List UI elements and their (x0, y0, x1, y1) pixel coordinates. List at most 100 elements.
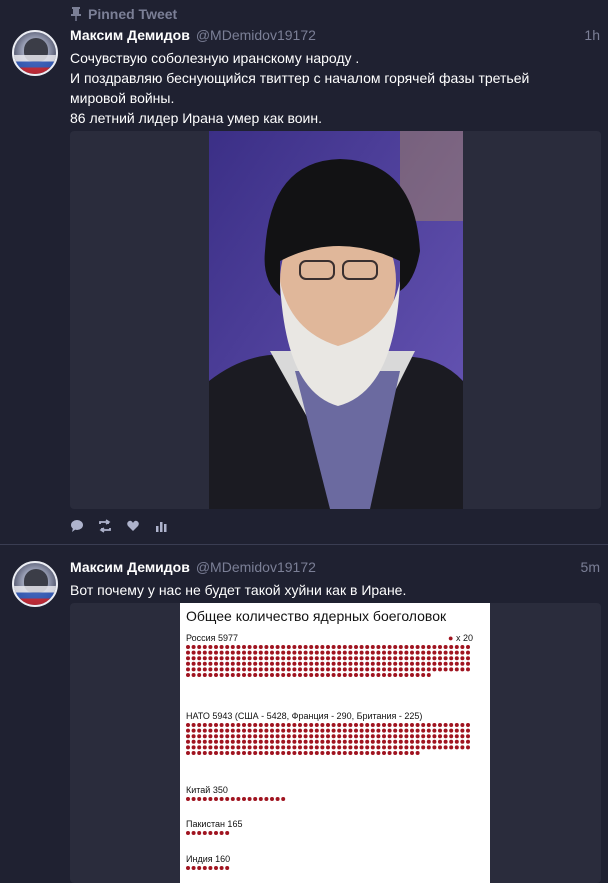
warhead-dot (432, 745, 437, 750)
warhead-dot (219, 751, 224, 755)
like-button[interactable] (126, 519, 154, 533)
warhead-dot (191, 745, 196, 750)
warhead-dot (460, 728, 465, 733)
stats-button[interactable] (154, 519, 182, 533)
display-name[interactable]: Максим Демидов (70, 559, 190, 575)
warhead-dot (337, 723, 342, 727)
author-name[interactable]: Максим Демидов @MDemidov19172 (70, 27, 316, 43)
warhead-dot (443, 734, 448, 739)
warhead-dot (365, 739, 370, 744)
warhead-dot (275, 667, 280, 672)
author-name[interactable]: Максим Демидов @MDemidov19172 (70, 559, 316, 575)
warhead-dot (225, 661, 230, 666)
like-icon (127, 520, 139, 531)
warhead-dot (376, 673, 381, 677)
warhead-dot (382, 661, 386, 666)
warhead-dot (208, 667, 213, 672)
warhead-dot (214, 797, 218, 801)
warhead-dot (370, 656, 375, 661)
warhead-dot (197, 734, 202, 739)
warhead-dot (253, 673, 258, 677)
tweet-media-infographic[interactable]: Общее количество ядерных боеголовок ● x … (70, 603, 601, 883)
warhead-dot (247, 723, 252, 727)
warhead-dot (214, 751, 218, 755)
warhead-dot (298, 650, 302, 655)
warhead-dot (219, 667, 224, 672)
warhead-dot (303, 739, 308, 744)
tweet-time[interactable]: 5m (581, 559, 600, 575)
warhead-dot (253, 745, 258, 750)
warhead-dot (398, 645, 403, 649)
warhead-dot (387, 667, 392, 672)
warhead-dot (292, 650, 297, 655)
warhead-dot (393, 667, 398, 672)
warhead-dot (202, 745, 207, 750)
warhead-dot (466, 734, 470, 739)
retweet-button[interactable] (98, 519, 126, 533)
warhead-dot (370, 723, 375, 727)
reply-button[interactable] (70, 519, 98, 533)
warhead-dot (314, 739, 319, 744)
warhead-dot (208, 797, 213, 801)
warhead-dot (404, 739, 409, 744)
tweet-time[interactable]: 1h (584, 27, 600, 43)
warhead-dot (191, 751, 196, 755)
warhead-dot (253, 656, 258, 661)
warhead-dot (242, 645, 246, 649)
warhead-dot (247, 661, 252, 666)
warhead-dot (454, 723, 459, 727)
warhead-dot (370, 673, 375, 677)
warhead-dot (387, 734, 392, 739)
warhead-dot (449, 645, 454, 649)
warhead-dot (449, 656, 454, 661)
warhead-dot (275, 745, 280, 750)
warhead-dot (264, 751, 269, 755)
warhead-dot (314, 673, 319, 677)
warhead-dot (314, 723, 319, 727)
warhead-dot (460, 745, 465, 750)
warhead-dot (292, 661, 297, 666)
warhead-dot (421, 650, 426, 655)
author-handle[interactable]: @MDemidov19172 (196, 559, 316, 575)
warhead-dot (281, 673, 286, 677)
avatar[interactable] (12, 561, 58, 607)
warhead-dot (314, 667, 319, 672)
warhead-dot (202, 667, 207, 672)
author-handle[interactable]: @MDemidov19172 (196, 27, 316, 43)
warhead-dot (404, 661, 409, 666)
tweet-1[interactable]: Pinned Tweet Максим Демидов @MDemidov1917… (0, 0, 608, 545)
warhead-dot (230, 667, 235, 672)
warhead-dot (331, 667, 336, 672)
warhead-dot (236, 734, 241, 739)
warhead-dot (348, 734, 353, 739)
warhead-dot (264, 673, 269, 677)
warhead-dot (186, 728, 190, 733)
tweet-2[interactable]: Максим Демидов @MDemidov19172 5m Вот поче… (0, 545, 608, 883)
warhead-dot (337, 739, 342, 744)
warhead-dot (275, 797, 280, 801)
warhead-dot (253, 667, 258, 672)
display-name[interactable]: Максим Демидов (70, 27, 190, 43)
warhead-dot (460, 656, 465, 661)
stats-icon (156, 522, 167, 532)
warhead-dot (460, 667, 465, 672)
warhead-dot (242, 739, 246, 744)
warhead-dot (348, 667, 353, 672)
warhead-dot (264, 661, 269, 666)
warhead-dot (303, 656, 308, 661)
warhead-dot (342, 734, 347, 739)
warhead-dot (342, 739, 347, 744)
warhead-dot (398, 739, 403, 744)
warhead-dot (258, 739, 263, 744)
avatar[interactable] (12, 30, 58, 76)
warhead-dot (202, 656, 207, 661)
warhead-dot (247, 751, 252, 755)
warhead-dot (393, 734, 398, 739)
warhead-dot (454, 656, 459, 661)
warhead-dot (281, 745, 286, 750)
warhead-dot (426, 650, 431, 655)
warhead-dot (348, 656, 353, 661)
warhead-dot (236, 723, 241, 727)
tweet-media-photo[interactable] (70, 131, 601, 509)
warhead-dot (264, 728, 269, 733)
